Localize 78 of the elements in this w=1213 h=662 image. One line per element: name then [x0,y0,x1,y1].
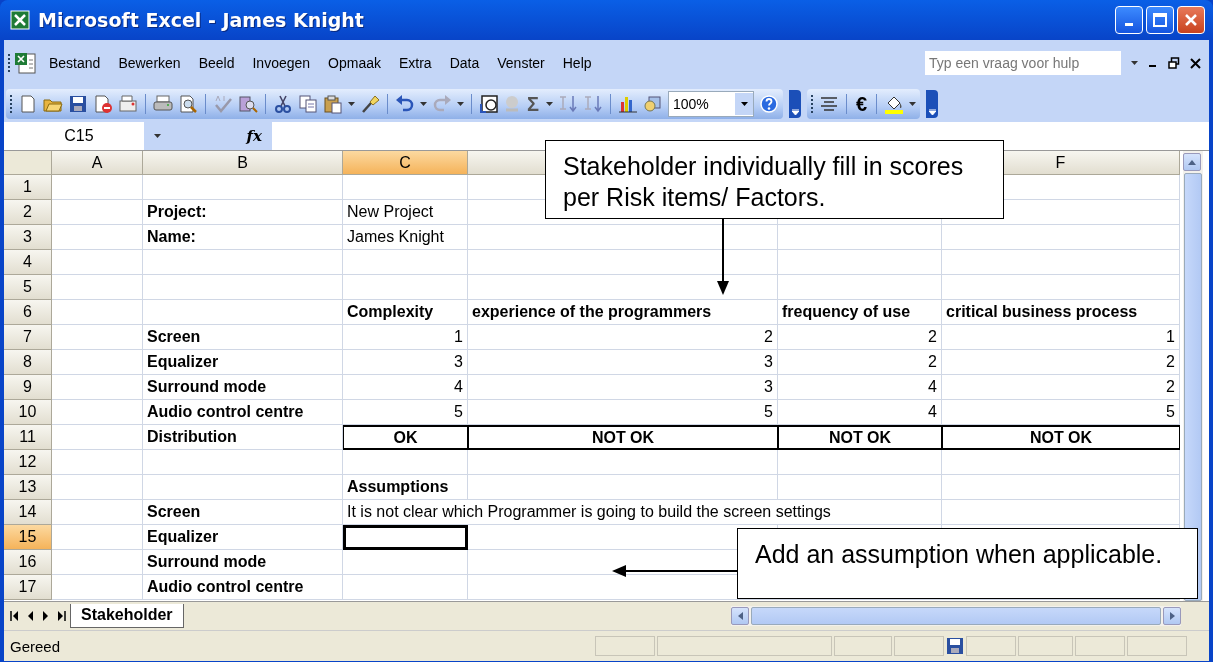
currency-button[interactable]: € [854,92,870,116]
table-cell[interactable]: Screen [143,500,343,525]
result-cell[interactable]: NOT OK [778,425,942,450]
table-cell[interactable]: 1 [942,325,1180,350]
table-cell[interactable]: It is not clear which Programmer is going to build the screen settings [343,500,942,525]
table-cell[interactable]: 3 [343,350,468,375]
row-header[interactable]: 15 [4,525,52,550]
row-header[interactable]: 12 [4,450,52,475]
table-cell[interactable]: Surround mode [143,375,343,400]
result-cell[interactable]: OK [343,425,468,450]
row-header[interactable]: 4 [4,250,52,275]
table-cell[interactable]: 3 [468,375,778,400]
table-cell[interactable]: critical business process [942,300,1180,325]
table-cell[interactable]: 4 [343,375,468,400]
row-header[interactable]: 5 [4,275,52,300]
table-cell[interactable]: Name: [143,225,343,250]
row-header[interactable]: 16 [4,550,52,575]
result-cell[interactable]: NOT OK [468,425,778,450]
menu-item[interactable]: Data [441,52,488,74]
column-header[interactable]: B [143,151,343,175]
sheet-tab[interactable]: Stakeholder [70,604,184,628]
menu-item[interactable]: Venster [489,52,553,74]
help-search-field[interactable]: Typ een vraag voor hulp [925,51,1121,75]
table-cell[interactable]: 2 [942,350,1180,375]
row-header[interactable]: 6 [4,300,52,325]
autosum-button[interactable]: Σ [525,92,541,116]
menu-item[interactable]: Bewerken [110,52,189,74]
table-cell[interactable]: Audio control centre [143,575,343,600]
column-header[interactable]: C [343,151,468,175]
table-cell[interactable]: 5 [343,400,468,425]
table-cell[interactable]: Equalizer [143,350,343,375]
table-cell[interactable]: Equalizer [143,525,343,550]
menu-item[interactable]: Invoegen [244,52,319,74]
row-header[interactable]: 2 [4,200,52,225]
table-cell[interactable]: 2 [468,325,778,350]
window-title: Microsoft Excel - James Knight [38,9,364,31]
table-cell[interactable]: Assumptions [343,475,468,500]
row-header[interactable]: 14 [4,500,52,525]
menu-item[interactable]: Help [554,52,600,74]
table-cell[interactable]: 4 [778,375,942,400]
insert-function-button[interactable]: fx [246,127,262,145]
table-cell[interactable]: 5 [468,400,778,425]
row-header[interactable]: 8 [4,350,52,375]
status-text: Gereed [10,637,61,655]
row-header[interactable]: 7 [4,325,52,350]
table-cell[interactable]: 2 [778,325,942,350]
table-cell[interactable]: 1 [343,325,468,350]
row-header[interactable]: 17 [4,575,52,600]
row-header[interactable]: 3 [4,225,52,250]
table-cell[interactable]: Distribution [143,425,343,450]
callout-tooltip: Stakeholder individually fill in scores per Risk items/ Factors. [545,140,1004,219]
menu-item[interactable]: Extra [391,52,440,74]
table-cell[interactable]: 2 [942,375,1180,400]
table-cell[interactable]: James Knight [343,225,468,250]
menu-item[interactable]: Bestand [41,52,109,74]
row-header[interactable]: 13 [4,475,52,500]
table-cell[interactable]: 3 [468,350,778,375]
row-header[interactable]: 1 [4,175,52,200]
callout-tooltip: Add an assumption when applicable. [737,528,1198,599]
table-cell[interactable]: 5 [942,400,1180,425]
column-header[interactable]: A [52,151,143,175]
menu-item[interactable]: Beeld [190,52,243,74]
table-cell[interactable]: 4 [778,400,942,425]
table-cell[interactable]: Surround mode [143,550,343,575]
table-cell[interactable]: New Project [343,200,468,225]
table-cell[interactable]: 2 [778,350,942,375]
row-header[interactable]: 9 [4,375,52,400]
row-header[interactable]: 10 [4,400,52,425]
table-cell[interactable]: Audio control centre [143,400,343,425]
table-cell[interactable]: Project: [143,200,343,225]
table-cell[interactable]: Complexity [343,300,468,325]
row-header[interactable]: 11 [4,425,52,450]
menu-item[interactable]: Opmaak [320,52,389,74]
table-cell[interactable]: frequency of use [778,300,942,325]
result-cell[interactable]: NOT OK [942,425,1180,450]
table-cell[interactable]: experience of the programmers [468,300,778,325]
table-cell[interactable]: Screen [143,325,343,350]
zoom-dropdown[interactable]: 100% [668,91,754,117]
